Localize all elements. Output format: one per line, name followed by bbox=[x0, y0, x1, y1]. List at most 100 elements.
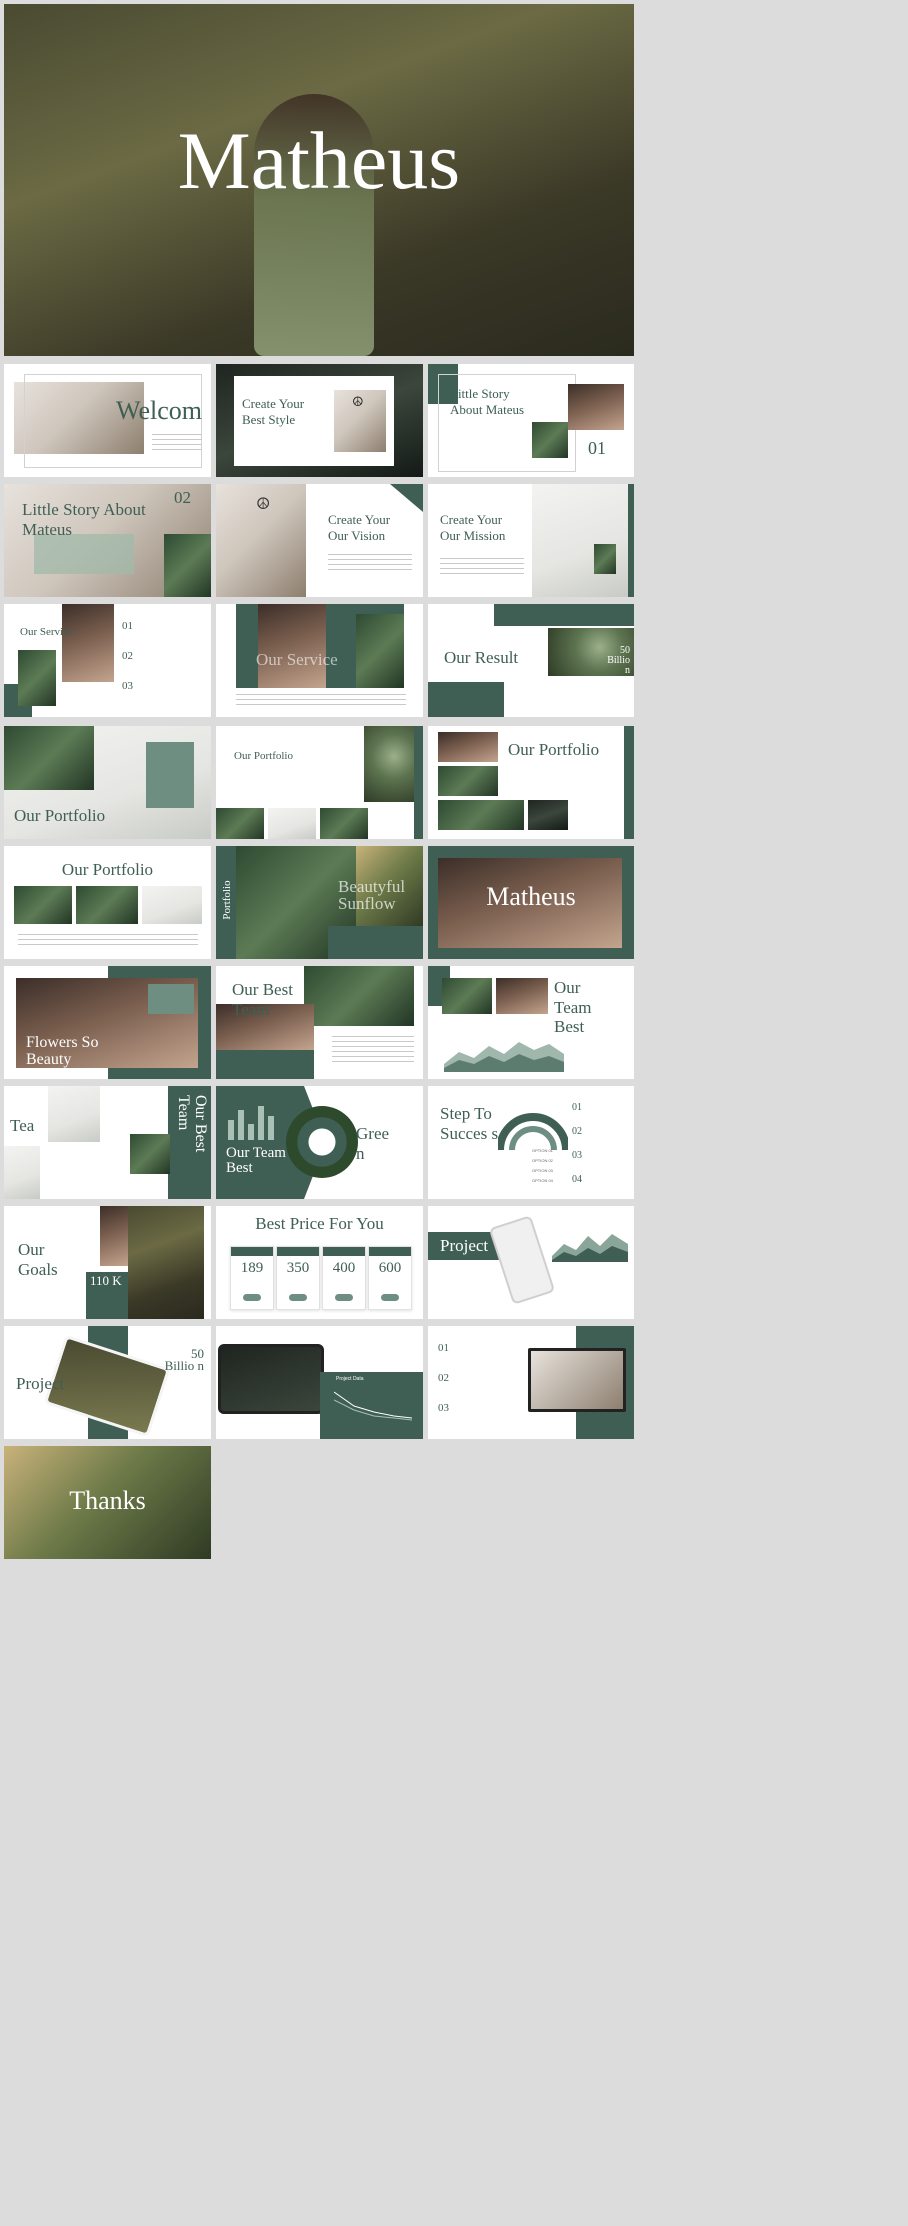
thanks-title: Thanks bbox=[69, 1486, 146, 1515]
result-stat: 50 Billio n bbox=[607, 645, 630, 676]
portfolio-3-photo-1 bbox=[438, 732, 498, 762]
best-style-title: Create Your Best Style bbox=[242, 396, 305, 427]
price-value-1: 189 bbox=[240, 1260, 264, 1276]
slide-beautiful[interactable]: Portfolio Beautyful Sunflow bbox=[216, 846, 423, 959]
slide-step[interactable]: Step To Succes s OPTION 01 OPTION 02 OPT… bbox=[428, 1086, 634, 1199]
slide-vision[interactable]: ☮ Create Your Our Vision bbox=[216, 484, 423, 597]
price-card-1[interactable]: 189 bbox=[230, 1246, 274, 1310]
portfolio-3-photo-2 bbox=[438, 766, 498, 796]
price-card-head bbox=[277, 1247, 319, 1256]
little-story-1-title: Little Story About Mateus bbox=[450, 386, 525, 417]
slide-our-team-best[interactable]: Our Team Best bbox=[428, 966, 634, 1079]
beautiful-title: Beautyful Sunflow bbox=[338, 877, 406, 913]
service-1-num-2: 02 bbox=[122, 650, 133, 662]
service-1-title: Our Service bbox=[20, 626, 73, 638]
desktop-monitor bbox=[528, 1348, 626, 1412]
slide-welcome[interactable]: Welcom bbox=[4, 364, 211, 477]
best-team-body bbox=[332, 1036, 414, 1062]
slide-best-team[interactable]: Our Best Team bbox=[216, 966, 423, 1079]
team-vertical-photo-1 bbox=[48, 1086, 100, 1142]
vision-corner bbox=[390, 484, 423, 512]
step-num-1: 01 bbox=[572, 1102, 582, 1113]
slide-best-style[interactable]: Create Your Best Style ☮ bbox=[216, 364, 423, 477]
portfolio-3-title: Our Portfolio bbox=[508, 740, 600, 759]
price-card-3[interactable]: 400 bbox=[322, 1246, 366, 1310]
price-value-2: 350 bbox=[286, 1260, 310, 1276]
project-tablet-stat: 50 Billio n bbox=[164, 1346, 204, 1373]
slide-mission[interactable]: Create Your Our Mission bbox=[428, 484, 634, 597]
slide-portfolio-2[interactable]: Our Portfolio bbox=[216, 726, 423, 839]
portfolio-2-thumb-3 bbox=[320, 808, 368, 839]
desktop-num-3: 03 bbox=[438, 1402, 449, 1414]
slide-service-2[interactable]: Our Service bbox=[216, 604, 423, 717]
matheus-title: Matheus bbox=[486, 882, 576, 911]
price-button-2[interactable] bbox=[289, 1294, 307, 1301]
slide-little-story-2[interactable]: Little Story About Mateus 02 bbox=[4, 484, 211, 597]
price-button-1[interactable] bbox=[243, 1294, 261, 1301]
slide-result[interactable]: Our Result 50 Billio n bbox=[428, 604, 634, 717]
our-team-chart-bars bbox=[228, 1106, 274, 1140]
service-1-plant bbox=[18, 650, 56, 706]
step-option-4: OPTION 04 bbox=[532, 1178, 553, 1183]
desktop-num-2: 02 bbox=[438, 1372, 449, 1384]
step-option-3: OPTION 03 bbox=[532, 1168, 553, 1173]
slide-our-team-chart[interactable]: Our Team Best Gree n bbox=[216, 1086, 423, 1199]
our-team-chart-donut bbox=[286, 1106, 358, 1178]
team-vertical-title: Our Best Team bbox=[175, 1095, 209, 1153]
service-2-title: Our Service bbox=[256, 650, 338, 669]
slide-desktop[interactable]: 01 02 03 bbox=[428, 1326, 634, 1439]
service-1-num-3: 03 bbox=[122, 680, 133, 692]
our-team-chart-title: Our Team Best bbox=[226, 1145, 286, 1176]
mission-title: Create Your Our Mission bbox=[440, 512, 506, 543]
slide-project-tablet[interactable]: Project 50 Billio n bbox=[4, 1326, 211, 1439]
goals-stat: 110 K bbox=[90, 1273, 122, 1288]
our-team-best-photo-1 bbox=[442, 978, 492, 1014]
vision-title: Create Your Our Vision bbox=[328, 512, 391, 543]
price-card-2[interactable]: 350 bbox=[276, 1246, 320, 1310]
vision-body bbox=[328, 554, 412, 572]
our-team-chart-side: Gree n bbox=[356, 1124, 390, 1163]
price-card-4[interactable]: 600 bbox=[368, 1246, 412, 1310]
result-top-bar bbox=[494, 604, 634, 626]
slide-service-1[interactable]: Our Service 01 02 03 bbox=[4, 604, 211, 717]
slide-project-phone[interactable]: Project bbox=[428, 1206, 634, 1319]
flowers-caption bbox=[148, 984, 194, 1014]
portfolio-4-thumb-2 bbox=[76, 886, 138, 924]
welcome-title: Welcom bbox=[116, 396, 202, 425]
portfolio-1-title: Our Portfolio bbox=[14, 806, 106, 825]
service-1-num-1: 01 bbox=[122, 620, 133, 632]
slide-portfolio-1[interactable]: Our Portfolio bbox=[4, 726, 211, 839]
little-story-1-photo bbox=[568, 384, 624, 430]
little-story-2-panel bbox=[34, 534, 134, 574]
slide-matheus[interactable]: Matheus bbox=[428, 846, 634, 959]
portfolio-1-card bbox=[146, 742, 194, 808]
little-story-1-plant bbox=[532, 422, 568, 458]
slide-portfolio-4[interactable]: Our Portfolio bbox=[4, 846, 211, 959]
our-team-best-chart bbox=[444, 1042, 564, 1072]
slide-goals[interactable]: Our Goals 110 K bbox=[4, 1206, 211, 1319]
slide-laptop[interactable]: Project Data bbox=[216, 1326, 423, 1439]
welcome-body bbox=[152, 434, 202, 454]
service-2-plant bbox=[356, 614, 404, 688]
slide-team-vertical[interactable]: Tea Our Best Team bbox=[4, 1086, 211, 1199]
team-vertical-photo-3 bbox=[4, 1146, 40, 1199]
slide-portfolio-3[interactable]: Our Portfolio bbox=[428, 726, 634, 839]
result-title: Our Result bbox=[444, 648, 519, 667]
slide-little-story-1[interactable]: Little Story About Mateus 01 bbox=[428, 364, 634, 477]
price-button-4[interactable] bbox=[381, 1294, 399, 1301]
slide-flowers[interactable]: Flowers So Beauty bbox=[4, 966, 211, 1079]
team-vertical-left: Tea bbox=[10, 1116, 35, 1135]
hero-title: Matheus bbox=[177, 115, 461, 206]
slide-price[interactable]: Best Price For You 189 350 400 600 bbox=[216, 1206, 423, 1319]
laptop-chart-title: Project Data bbox=[336, 1376, 364, 1382]
step-num-3: 03 bbox=[572, 1150, 582, 1161]
price-button-3[interactable] bbox=[335, 1294, 353, 1301]
goals-title: Our Goals bbox=[18, 1240, 58, 1279]
hero-slide[interactable]: Matheus bbox=[4, 4, 634, 356]
price-card-head bbox=[369, 1247, 411, 1256]
best-team-bar bbox=[216, 1050, 314, 1079]
portfolio-4-title: Our Portfolio bbox=[61, 860, 154, 879]
little-story-2-plant bbox=[164, 534, 211, 597]
step-arcs bbox=[498, 1113, 568, 1151]
slide-thanks[interactable]: Thanks bbox=[4, 1446, 211, 1559]
